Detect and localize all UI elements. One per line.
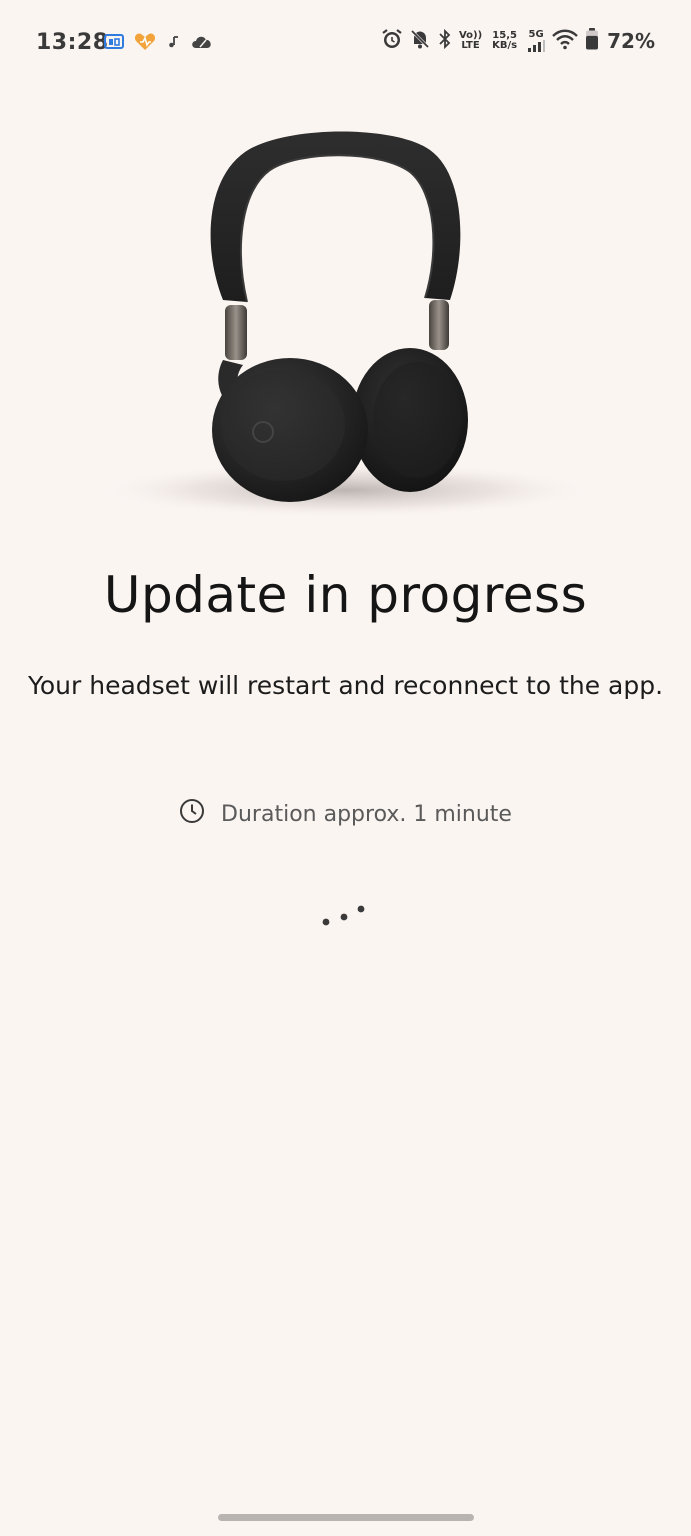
volte-indicator: Vo)) LTE xyxy=(459,31,482,51)
health-heart-icon xyxy=(134,32,156,56)
duration-info: Duration approx. 1 minute xyxy=(0,798,691,830)
alarm-icon xyxy=(381,28,403,54)
system-status-icons: Vo)) LTE 15,5 KB/s 5G 72% xyxy=(381,28,655,54)
cloud-icon xyxy=(190,34,214,54)
network-speed: 15,5 KB/s xyxy=(492,31,517,51)
home-indicator[interactable] xyxy=(218,1514,474,1521)
mute-bell-icon xyxy=(409,28,431,54)
speed-unit: KB/s xyxy=(492,40,518,51)
bluetooth-icon xyxy=(437,28,453,54)
network-type: 5G xyxy=(528,29,544,40)
status-time: 13:28 xyxy=(36,30,109,55)
clock-icon xyxy=(179,798,205,830)
headphones-image xyxy=(95,120,600,520)
status-bar: 13:28 Vo)) LTE 15,5 KB/s 5G 72% xyxy=(0,0,691,88)
notification-icons xyxy=(104,32,214,56)
music-note-icon xyxy=(166,34,180,54)
cast-icon xyxy=(104,33,124,55)
battery-percent: 72% xyxy=(607,29,655,53)
signal-icon xyxy=(528,40,546,52)
page-title: Update in progress xyxy=(103,566,588,624)
lte-label: LTE xyxy=(461,40,480,51)
duration-text: Duration approx. 1 minute xyxy=(221,801,512,827)
battery-icon xyxy=(585,28,599,54)
signal-indicator: 5G xyxy=(527,29,546,52)
wifi-icon xyxy=(551,28,579,54)
update-description: Your headset will restart and reconnect … xyxy=(27,671,664,700)
loading-spinner xyxy=(320,902,370,932)
